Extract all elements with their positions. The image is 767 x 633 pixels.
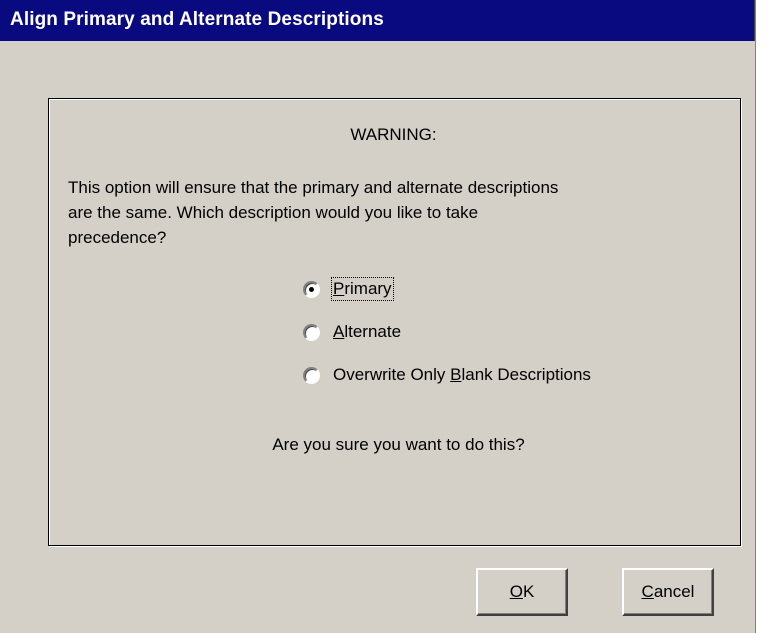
radio-alternate[interactable]: Alternate xyxy=(303,320,401,344)
title-bar[interactable]: Align Primary and Alternate Descriptions xyxy=(0,0,755,41)
mnemonic-underline: A xyxy=(333,322,345,341)
mnemonic-underline: B xyxy=(450,365,462,384)
mnemonic-underline: P xyxy=(333,279,345,298)
radio-button-icon[interactable] xyxy=(303,323,320,341)
radio-button-icon[interactable] xyxy=(303,366,320,384)
window-right-edge xyxy=(755,0,767,633)
window-title: Align Primary and Alternate Descriptions xyxy=(10,9,384,30)
radio-overwrite-blank[interactable]: Overwrite Only Blank Descriptions xyxy=(303,363,591,387)
window-border xyxy=(755,0,756,633)
radio-primary-label[interactable]: Primary xyxy=(331,277,394,301)
ok-button[interactable]: OK xyxy=(476,568,568,616)
cancel-button[interactable]: Cancel xyxy=(622,568,714,616)
radio-button-icon[interactable] xyxy=(303,280,320,298)
confirm-question: Are you sure you want to do this? xyxy=(272,435,525,454)
radio-overwrite-blank-label[interactable]: Overwrite Only Blank Descriptions xyxy=(333,365,591,385)
warning-message: This option will ensure that the primary… xyxy=(68,178,559,247)
radio-alternate-label[interactable]: Alternate xyxy=(333,322,401,342)
radio-primary[interactable]: Primary xyxy=(303,277,394,301)
warning-heading: WARNING: xyxy=(350,125,437,144)
